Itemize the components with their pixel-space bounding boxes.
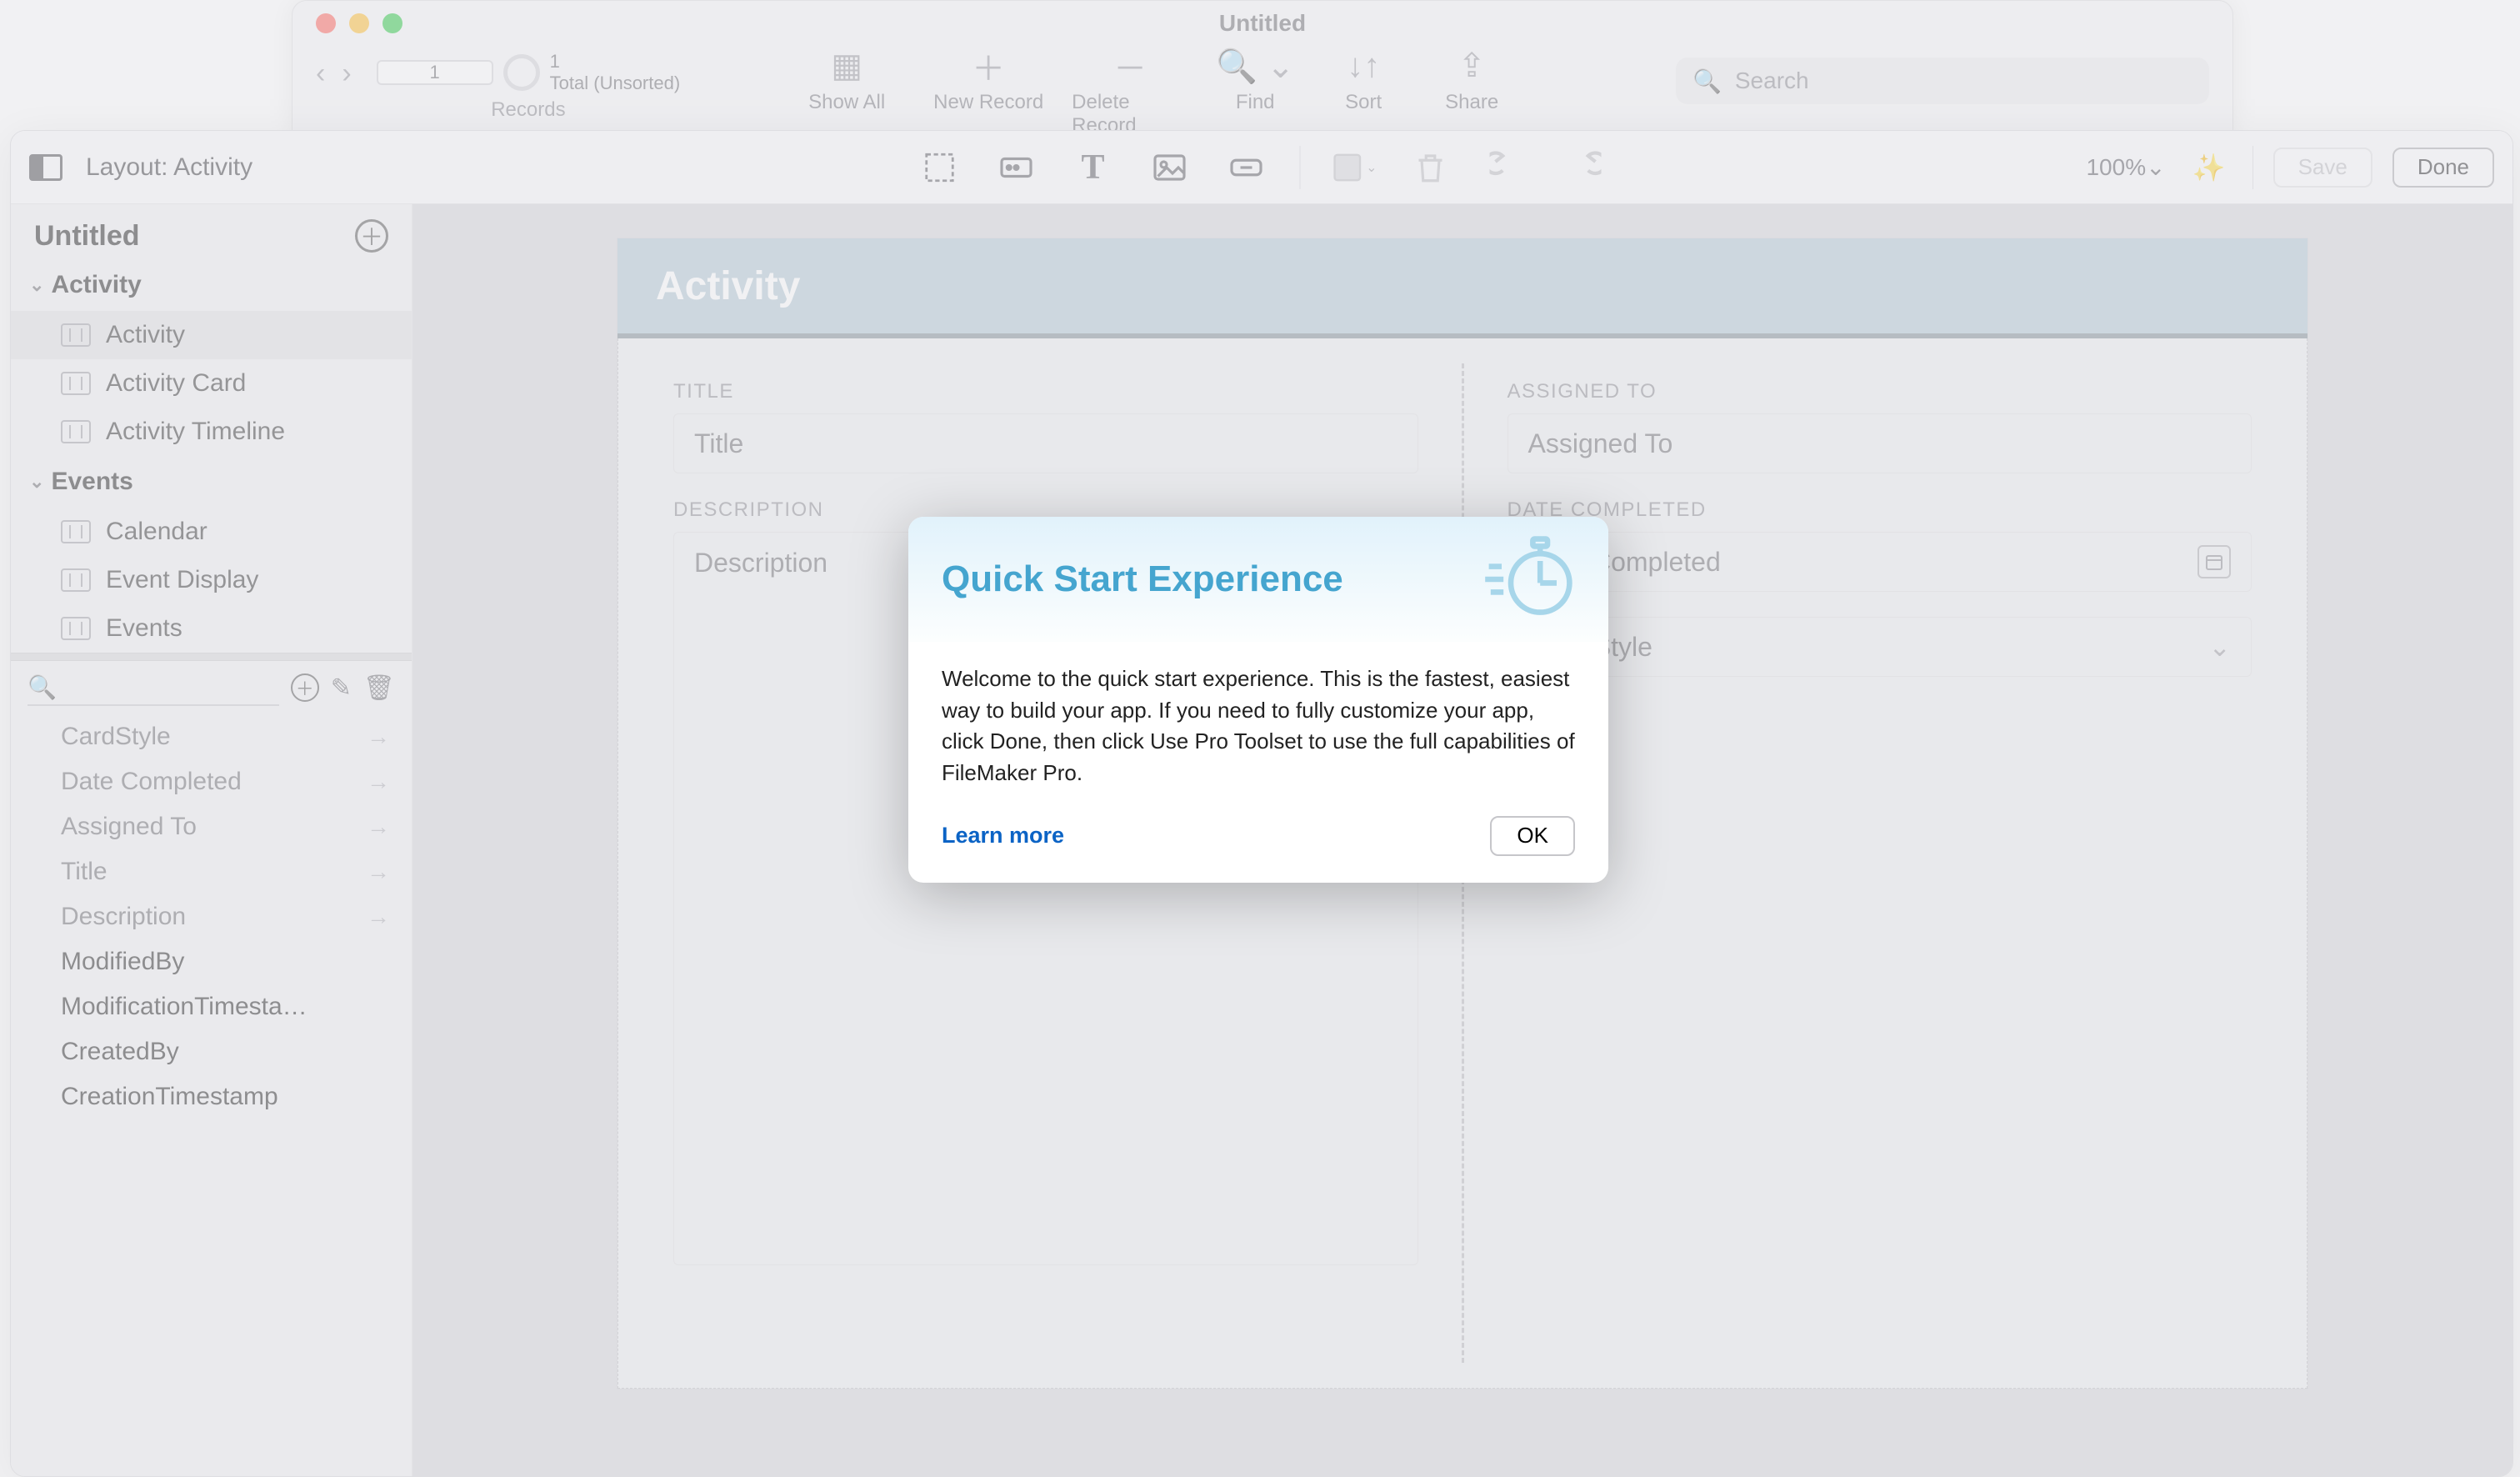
ok-button[interactable]: OK xyxy=(1490,816,1575,856)
dialog-body: Welcome to the quick start experience. T… xyxy=(908,642,1608,804)
quick-start-dialog: Quick Start Experience Welcome to the qu… xyxy=(908,517,1608,883)
dialog-title: Quick Start Experience xyxy=(942,558,1343,600)
learn-more-link[interactable]: Learn more xyxy=(942,823,1064,849)
stopwatch-icon xyxy=(1483,533,1575,625)
